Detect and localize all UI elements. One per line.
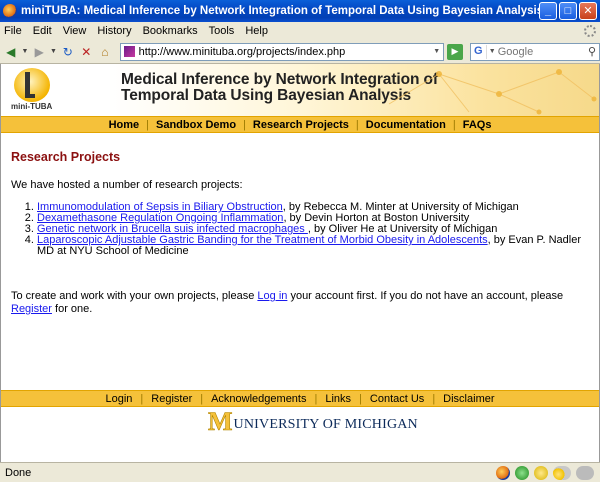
cloud-icon[interactable] bbox=[576, 465, 594, 480]
stop-icon[interactable]: ✕ bbox=[79, 44, 95, 60]
search-engine-icon[interactable]: G bbox=[471, 44, 487, 59]
top-nav: Home | Sandbox Demo | Research Projects … bbox=[1, 116, 599, 133]
site-banner: mini-TUBA Medical Inference by Network I… bbox=[1, 64, 599, 116]
forward-dropdown-icon[interactable]: ▼ bbox=[50, 44, 57, 60]
nav-faqs[interactable]: FAQs bbox=[456, 119, 499, 131]
throbber-icon bbox=[584, 25, 596, 37]
main-content: Research Projects We have hosted a numbe… bbox=[11, 150, 591, 316]
search-input[interactable] bbox=[497, 45, 578, 58]
forward-icon[interactable]: ▶ bbox=[31, 44, 47, 60]
menu-bookmarks[interactable]: Bookmarks bbox=[143, 25, 198, 37]
navigation-toolbar: ◀ ▼ ▶ ▼ ↻ ✕ ⌂ ▼ ▶ G ▼ ⚲ bbox=[0, 40, 600, 64]
status-text: Done bbox=[5, 466, 32, 479]
maximize-button[interactable]: □ bbox=[559, 2, 577, 20]
back-icon[interactable]: ◀ bbox=[3, 44, 19, 60]
close-button[interactable]: ✕ bbox=[579, 2, 597, 20]
back-dropdown-icon[interactable]: ▼ bbox=[22, 44, 29, 60]
um-wordmark: UNIVERSITY OF MICHIGAN bbox=[233, 417, 418, 432]
footer-contact-us[interactable]: Contact Us bbox=[362, 393, 432, 405]
network-graphic bbox=[388, 69, 597, 115]
footer-acknowledgements[interactable]: Acknowledgements bbox=[203, 393, 314, 405]
footer-login[interactable]: Login bbox=[97, 393, 140, 405]
window-title: miniTUBA: Medical Inference by Network I… bbox=[21, 5, 539, 17]
site-favicon bbox=[123, 46, 135, 57]
login-text-pre: To create and work with your own project… bbox=[11, 290, 258, 302]
search-bar[interactable]: G ▼ ⚲ bbox=[469, 42, 600, 61]
firefox-status-icon[interactable] bbox=[496, 465, 510, 480]
intro-text: We have hosted a number of research proj… bbox=[11, 179, 243, 191]
nav-documentation[interactable]: Documentation bbox=[359, 119, 453, 131]
login-instructions: To create and work with your own project… bbox=[11, 290, 591, 316]
search-engine-dropdown-icon[interactable]: ▼ bbox=[489, 48, 496, 55]
status-bar: Done bbox=[0, 462, 600, 482]
login-text-post: for one. bbox=[51, 303, 93, 315]
go-button[interactable]: ▶ bbox=[447, 43, 463, 60]
page-title: Research Projects bbox=[11, 150, 121, 164]
addon-status-icon[interactable] bbox=[534, 465, 548, 480]
footer-register[interactable]: Register bbox=[143, 393, 200, 405]
address-bar[interactable]: ▼ bbox=[119, 42, 445, 61]
menu-help[interactable]: Help bbox=[245, 25, 268, 37]
nav-sandbox-demo[interactable]: Sandbox Demo bbox=[149, 119, 243, 131]
home-icon[interactable]: ⌂ bbox=[97, 44, 113, 60]
logo-label: mini-TUBA bbox=[11, 102, 53, 111]
footer-nav: Login | Register | Acknowledgements | Li… bbox=[1, 390, 599, 407]
minituba-logo[interactable]: mini-TUBA bbox=[11, 66, 55, 112]
menu-history[interactable]: History bbox=[97, 25, 131, 37]
search-icon[interactable]: ⚲ bbox=[588, 45, 596, 58]
microscope-icon bbox=[25, 72, 35, 98]
login-link[interactable]: Log in bbox=[257, 290, 287, 302]
university-of-michigan-logo[interactable]: M UNIVERSITY OF MICHIGAN bbox=[208, 407, 418, 436]
page-viewport: mini-TUBA Medical Inference by Network I… bbox=[0, 64, 600, 462]
list-item: Laparoscopic Adjustable Gastric Banding … bbox=[37, 235, 591, 257]
login-text-mid: your account first. If you do not have a… bbox=[287, 290, 564, 302]
menu-tools[interactable]: Tools bbox=[209, 25, 235, 37]
footer-disclaimer[interactable]: Disclaimer bbox=[435, 393, 502, 405]
menu-edit[interactable]: Edit bbox=[33, 25, 52, 37]
register-link[interactable]: Register bbox=[11, 303, 52, 315]
minimize-button[interactable]: _ bbox=[539, 2, 557, 20]
firefox-icon bbox=[3, 4, 17, 18]
reload-icon[interactable]: ↻ bbox=[60, 44, 76, 60]
footer-links[interactable]: Links bbox=[317, 393, 359, 405]
weather-icon[interactable] bbox=[553, 465, 571, 480]
um-block-m: M bbox=[208, 407, 233, 436]
nav-home[interactable]: Home bbox=[102, 119, 147, 131]
url-input[interactable] bbox=[138, 45, 431, 58]
title-bar[interactable]: miniTUBA: Medical Inference by Network I… bbox=[0, 0, 600, 22]
menu-bar: File Edit View History Bookmarks Tools H… bbox=[0, 22, 600, 40]
nav-research-projects[interactable]: Research Projects bbox=[246, 119, 356, 131]
project-list: Immunomodulation of Sepsis in Biliary Ob… bbox=[37, 202, 591, 257]
url-dropdown-icon[interactable]: ▼ bbox=[430, 48, 443, 55]
menu-view[interactable]: View bbox=[63, 25, 87, 37]
menu-file[interactable]: File bbox=[4, 25, 22, 37]
security-status-icon[interactable] bbox=[515, 465, 529, 480]
